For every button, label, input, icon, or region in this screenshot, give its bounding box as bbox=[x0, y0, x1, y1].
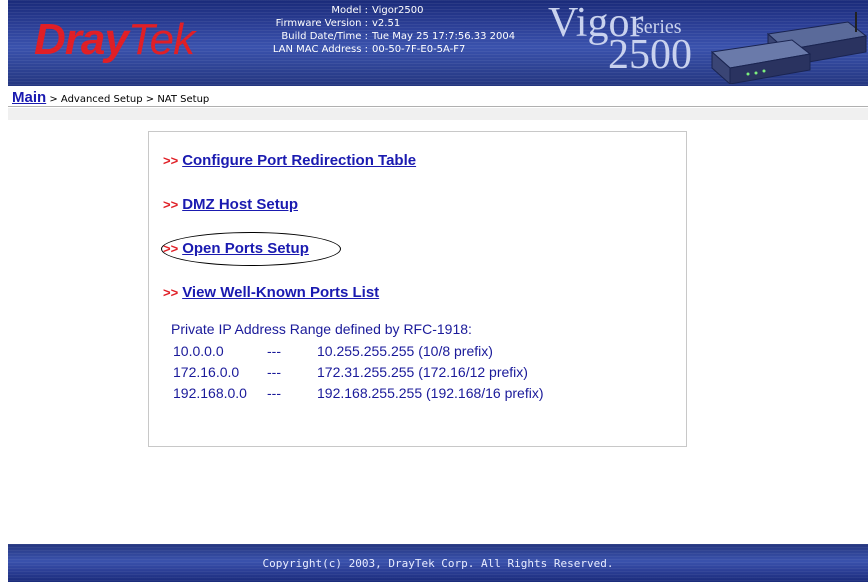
router-image bbox=[710, 12, 868, 84]
view-well-known-ports-link[interactable]: View Well-Known Ports List bbox=[182, 284, 379, 301]
ip-range-separator: --- bbox=[267, 384, 281, 401]
info-row-build-date: Build Date/Time : Tue May 25 17:7:56.33 … bbox=[226, 30, 546, 43]
draytek-logo: DrayTek bbox=[34, 15, 195, 64]
private-ip-ranges: Private IP Address Range defined by RFC-… bbox=[171, 321, 651, 403]
ip-range-separator: --- bbox=[267, 363, 281, 380]
header-banner: DrayTek Model : Vigor2500 Firmware Versi… bbox=[8, 0, 868, 86]
private-ip-title: Private IP Address Range defined by RFC-… bbox=[171, 321, 472, 337]
ip-range-end: 10.255.255.255 (10/8 prefix) bbox=[317, 342, 493, 359]
vigor-brand: Vigor series 2500 bbox=[548, 2, 728, 82]
logo-tek: Tek bbox=[127, 15, 195, 64]
info-row-model: Model : Vigor2500 bbox=[226, 4, 546, 17]
ip-range-row: 192.168.0.0 --- 192.168.255.255 (192.168… bbox=[171, 382, 651, 403]
info-value: Vigor2500 bbox=[372, 5, 424, 16]
highlight-ellipse bbox=[161, 232, 341, 266]
breadcrumb-path: > Advanced Setup > NAT Setup bbox=[46, 94, 210, 105]
breadcrumb-shadow bbox=[8, 108, 868, 120]
arrow-icon: >> bbox=[163, 285, 179, 300]
info-value: v2.51 bbox=[372, 18, 401, 29]
link-row-dmz-host: >> DMZ Host Setup bbox=[163, 196, 298, 213]
info-row-firmware: Firmware Version : v2.51 bbox=[226, 17, 546, 30]
breadcrumb: Main > Advanced Setup > NAT Setup bbox=[8, 86, 868, 107]
ip-range-row: 172.16.0.0 --- 172.31.255.255 (172.16/12… bbox=[171, 361, 651, 382]
ip-range-start: 172.16.0.0 bbox=[173, 363, 240, 380]
link-row-well-known-ports: >> View Well-Known Ports List bbox=[163, 284, 379, 301]
brand-model: 2500 bbox=[608, 32, 692, 78]
ip-range-start: 192.168.0.0 bbox=[173, 384, 247, 401]
configure-port-redirection-link[interactable]: Configure Port Redirection Table bbox=[182, 152, 416, 169]
logo-dray: Dray bbox=[34, 15, 129, 64]
info-label: LAN MAC Address : bbox=[272, 44, 368, 55]
ip-range-end: 172.31.255.255 (172.16/12 prefix) bbox=[317, 363, 528, 380]
info-label: Firmware Version : bbox=[275, 18, 368, 29]
ip-range-start: 10.0.0.0 bbox=[173, 342, 224, 359]
info-value: 00-50-7F-E0-5A-F7 bbox=[372, 44, 466, 55]
ip-range-end: 192.168.255.255 (192.168/16 prefix) bbox=[317, 384, 544, 401]
info-label: Model : bbox=[331, 5, 368, 16]
ip-range-row: 10.0.0.0 --- 10.255.255.255 (10/8 prefix… bbox=[171, 340, 651, 361]
info-row-mac: LAN MAC Address : 00-50-7F-E0-5A-F7 bbox=[226, 43, 546, 56]
breadcrumb-main-link[interactable]: Main bbox=[12, 89, 46, 106]
info-value: Tue May 25 17:7:56.33 2004 bbox=[372, 31, 516, 42]
ip-range-separator: --- bbox=[267, 342, 281, 359]
dmz-host-setup-link[interactable]: DMZ Host Setup bbox=[182, 196, 298, 213]
device-info: Model : Vigor2500 Firmware Version : v2.… bbox=[226, 4, 546, 56]
arrow-icon: >> bbox=[163, 153, 179, 168]
arrow-icon: >> bbox=[163, 197, 179, 212]
link-row-port-redirection: >> Configure Port Redirection Table bbox=[163, 152, 416, 169]
info-label: Build Date/Time : bbox=[281, 31, 368, 42]
copyright-text: Copyright(c) 2003, DrayTek Corp. All Rig… bbox=[262, 556, 614, 570]
footer-banner: Copyright(c) 2003, DrayTek Corp. All Rig… bbox=[8, 544, 868, 582]
nat-setup-panel: >> Configure Port Redirection Table >> DMZ… bbox=[148, 131, 687, 447]
